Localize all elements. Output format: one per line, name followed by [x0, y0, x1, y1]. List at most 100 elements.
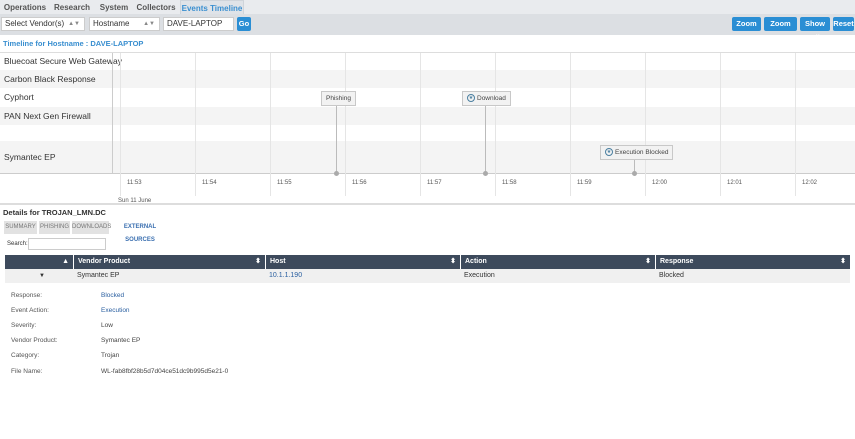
expand-caret-icon[interactable]: ▼: [35, 269, 45, 283]
reset-button[interactable]: Reset: [833, 17, 854, 31]
event-label: Download: [477, 95, 506, 102]
column-header-expand[interactable]: ▲: [5, 255, 73, 269]
label-divider: [112, 53, 113, 173]
event-phishing[interactable]: Phishing: [321, 91, 356, 106]
tab-external-sources[interactable]: EXTERNAL SOURCES: [111, 221, 169, 243]
date-label: Sun 11 June: [118, 198, 152, 204]
event-download[interactable]: ★ Download: [462, 91, 511, 106]
toolbar: Select Vendor(s) ▲▼ Hostname ▲▼ DAVE-LAPTO…: [0, 14, 855, 42]
vendor-select-value: Select Vendor(s): [5, 19, 65, 28]
field-select[interactable]: Hostname ▲▼: [89, 17, 160, 31]
gridline: [120, 53, 121, 196]
gridline: [795, 53, 796, 196]
column-label: Vendor Product: [78, 258, 131, 265]
gridline: [420, 53, 421, 196]
tab-research[interactable]: Research: [54, 0, 90, 14]
field-label: Severity:: [11, 322, 37, 329]
field-label: Event Action:: [11, 307, 49, 314]
axis-line: [0, 173, 855, 174]
gridline: [570, 53, 571, 196]
field-value: Symantec EP: [101, 337, 141, 344]
column-header-vendor[interactable]: Vendor Product ⬍: [73, 255, 265, 269]
search-input[interactable]: [28, 238, 106, 250]
tick-label: 12:00: [652, 180, 668, 186]
timeline-row-symantec: Symantec EP: [0, 141, 855, 173]
tab-events-timeline[interactable]: Events Timeline: [180, 0, 244, 14]
column-header-response[interactable]: Response ⬍: [655, 255, 850, 269]
go-button[interactable]: Go: [237, 17, 251, 31]
event-dot: [632, 171, 637, 176]
field-value: Low: [101, 322, 113, 329]
star-circle-icon: ★: [467, 94, 475, 103]
tick-label: 11:53: [127, 180, 142, 186]
gridline: [195, 53, 196, 196]
sort-asc-icon: ▲: [62, 258, 69, 265]
tick-label: 11:54: [202, 180, 217, 186]
tick-label: 11:56: [352, 180, 367, 186]
cell-vendor: Symantec EP: [77, 272, 120, 279]
tab-phishing[interactable]: PHISHING: [39, 221, 70, 234]
gridline: [645, 53, 646, 196]
tab-operations[interactable]: Operations: [2, 0, 48, 14]
field-select-value: Hostname: [93, 19, 130, 28]
event-label: Execution Blocked: [615, 149, 669, 156]
star-circle-icon: ★: [605, 148, 613, 157]
sort-icon: ⬍: [645, 258, 651, 265]
zoom-in-button[interactable]: Zoom In: [732, 17, 761, 42]
field-value: Blocked: [101, 292, 125, 299]
event-dot: [334, 171, 339, 176]
tick-label: 11:59: [577, 180, 592, 186]
timeline-row-carbon-black: Carbon Black Response: [0, 70, 855, 88]
timeline-row-bluecoat: Bluecoat Secure Web Gateway: [4, 56, 122, 66]
details-title: Details for TROJAN_LMN.DC: [3, 208, 106, 217]
main-nav-tabs: Operations Research System Collectors Ev…: [0, 0, 855, 14]
column-label: Response: [660, 258, 694, 265]
field-label: Vendor Product:: [11, 337, 58, 344]
table-header: ▲ Vendor Product ⬍ Host ⬍ Action ⬍ Response…: [5, 255, 850, 269]
event-label: Phishing: [326, 95, 351, 102]
field-label: Category:: [11, 352, 40, 359]
column-header-action[interactable]: Action ⬍: [460, 255, 655, 269]
cell-action: Execution: [464, 272, 495, 279]
table-row[interactable]: ▼ Symantec EP 10.1.1.190 Execution Block…: [5, 269, 850, 283]
event-dot: [483, 171, 488, 176]
event-stem: [485, 105, 486, 173]
field-label: File Name:: [11, 368, 43, 375]
timeline-row-cyphort: Cyphort: [4, 92, 34, 102]
timeline-row-empty: [0, 125, 855, 141]
event-execution-blocked[interactable]: ★ Execution Blocked: [600, 145, 674, 160]
tick-label: 12:01: [727, 180, 743, 186]
show-all-button[interactable]: Show All: [800, 17, 830, 42]
tab-collectors[interactable]: Collectors: [136, 0, 176, 14]
hostname-input[interactable]: DAVE-LAPTOP: [163, 17, 234, 31]
cell-host[interactable]: 10.1.1.190: [265, 269, 302, 283]
zoom-out-button[interactable]: Zoom Out: [764, 17, 797, 42]
sort-icon: ⬍: [255, 258, 261, 265]
select-arrows-icon: ▲▼: [68, 21, 80, 27]
timeline-chart[interactable]: Bluecoat Secure Web Gateway Carbon Black…: [0, 52, 855, 205]
column-label: Action: [465, 258, 487, 265]
field-label: Response:: [11, 292, 43, 299]
column-header-host[interactable]: Host ⬍: [265, 255, 460, 269]
field-value: WL-fab8fbf28b5d7d04ce51dc9b995d5e21-0: [101, 368, 229, 375]
tab-system[interactable]: System: [96, 0, 132, 14]
tick-label: 11:58: [502, 180, 517, 186]
gridline: [720, 53, 721, 196]
tab-summary[interactable]: SUMMARY: [4, 221, 37, 234]
field-value: Execution: [101, 307, 130, 314]
column-label: Host: [270, 258, 286, 265]
tick-label: 11:57: [427, 180, 442, 186]
timeline-row-pan-firewall: PAN Next Gen Firewall: [0, 107, 855, 125]
select-arrows-icon: ▲▼: [143, 21, 155, 27]
timeline-title: Timeline for Hostname : DAVE-LAPTOP: [3, 39, 144, 48]
tab-downloads[interactable]: DOWNLOADS: [72, 221, 111, 234]
tick-label: 11:55: [277, 180, 292, 186]
sort-icon: ⬍: [840, 258, 846, 265]
vendor-select[interactable]: Select Vendor(s) ▲▼: [1, 17, 85, 31]
sort-icon: ⬍: [450, 258, 456, 265]
event-stem: [336, 105, 337, 173]
tick-label: 12:02: [802, 180, 818, 186]
cell-response: Blocked: [659, 272, 684, 279]
search-label: Search:: [7, 241, 28, 247]
gridline: [495, 53, 496, 196]
